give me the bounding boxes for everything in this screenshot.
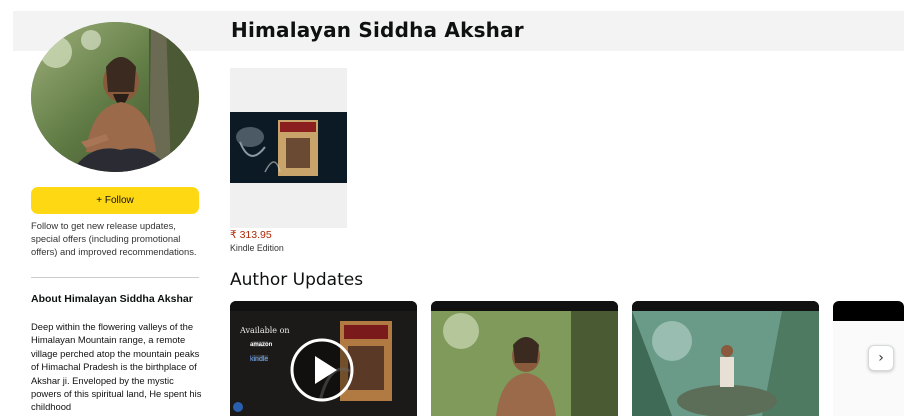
- video-badge-kindle: kindle: [250, 356, 269, 363]
- update-photo-2: [632, 301, 819, 416]
- about-title: About Himalayan Siddha Akshar: [31, 293, 193, 305]
- video-badge-available: Available on: [240, 326, 290, 335]
- video-badge-amazon: amazon: [250, 342, 273, 348]
- sidebar-divider: [31, 277, 199, 278]
- update-photo-1: [431, 301, 618, 416]
- book-cover-image[interactable]: [230, 112, 347, 183]
- about-text: Deep within the flowering valleys of the…: [31, 321, 202, 413]
- author-updates-title: Author Updates: [230, 270, 364, 290]
- book-price: ₹ 313.95: [230, 229, 272, 241]
- author-avatar: [31, 22, 199, 172]
- book-card[interactable]: [230, 68, 347, 228]
- chevron-right-icon: ›: [878, 350, 884, 366]
- follow-button[interactable]: + Follow: [31, 187, 199, 214]
- carousel-next-button[interactable]: ›: [868, 345, 894, 371]
- update-card-photo-1[interactable]: [431, 301, 618, 416]
- update-card-video[interactable]: Available on amazon kindle: [230, 301, 417, 416]
- author-name: Himalayan Siddha Akshar: [231, 18, 524, 42]
- update-card-photo-2[interactable]: [632, 301, 819, 416]
- book-format[interactable]: Kindle Edition: [230, 243, 284, 253]
- follow-description: Follow to get new release updates, speci…: [31, 220, 197, 257]
- play-icon[interactable]: [290, 338, 354, 402]
- author-avatar-image: [31, 22, 199, 172]
